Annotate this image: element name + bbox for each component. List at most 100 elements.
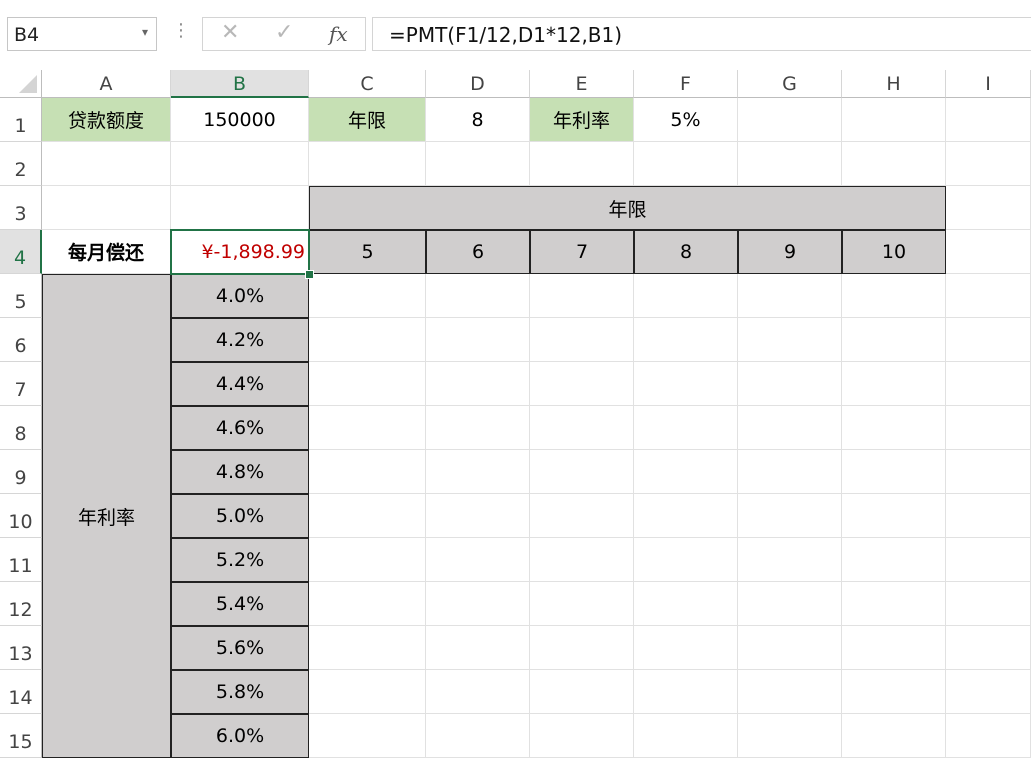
cell-I13[interactable] bbox=[946, 626, 1031, 670]
cell-H6[interactable] bbox=[842, 318, 946, 362]
cell-E10[interactable] bbox=[530, 494, 634, 538]
column-header-I[interactable]: I bbox=[946, 70, 1031, 98]
cell-D13[interactable] bbox=[426, 626, 530, 670]
column-header-G[interactable]: G bbox=[738, 70, 842, 98]
cell-C8[interactable] bbox=[309, 406, 426, 450]
cell-E1[interactable]: 年利率 bbox=[530, 98, 634, 142]
cell-B1[interactable]: 150000 bbox=[171, 98, 309, 142]
cell-C5[interactable] bbox=[309, 274, 426, 318]
cell-B14[interactable]: 5.8% bbox=[171, 670, 309, 714]
cell-C15[interactable] bbox=[309, 714, 426, 758]
cell-C1[interactable]: 年限 bbox=[309, 98, 426, 142]
row-header-12[interactable]: 12 bbox=[0, 582, 42, 626]
cell-C4[interactable]: 5 bbox=[309, 230, 426, 274]
row-header-8[interactable]: 8 bbox=[0, 406, 42, 450]
cell-F11[interactable] bbox=[634, 538, 738, 582]
cell-D2[interactable] bbox=[426, 142, 530, 186]
cell-F8[interactable] bbox=[634, 406, 738, 450]
cell-H11[interactable] bbox=[842, 538, 946, 582]
cell-F12[interactable] bbox=[634, 582, 738, 626]
cell-B15[interactable]: 6.0% bbox=[171, 714, 309, 758]
cell-G5[interactable] bbox=[738, 274, 842, 318]
cell-G14[interactable] bbox=[738, 670, 842, 714]
cell-E8[interactable] bbox=[530, 406, 634, 450]
cell-A1[interactable]: 贷款额度 bbox=[42, 98, 171, 142]
cell-G10[interactable] bbox=[738, 494, 842, 538]
row-header-6[interactable]: 6 bbox=[0, 318, 42, 362]
cell-H2[interactable] bbox=[842, 142, 946, 186]
cell-G13[interactable] bbox=[738, 626, 842, 670]
cell-H5[interactable] bbox=[842, 274, 946, 318]
cell-G11[interactable] bbox=[738, 538, 842, 582]
cell-D11[interactable] bbox=[426, 538, 530, 582]
cell-F14[interactable] bbox=[634, 670, 738, 714]
cell-B8[interactable]: 4.6% bbox=[171, 406, 309, 450]
cell-E15[interactable] bbox=[530, 714, 634, 758]
row-header-9[interactable]: 9 bbox=[0, 450, 42, 494]
name-box[interactable]: B4 ▾ bbox=[7, 17, 157, 51]
column-header-D[interactable]: D bbox=[426, 70, 530, 98]
cell-H10[interactable] bbox=[842, 494, 946, 538]
cell-F4[interactable]: 8 bbox=[634, 230, 738, 274]
cell-B12[interactable]: 5.4% bbox=[171, 582, 309, 626]
cell-D12[interactable] bbox=[426, 582, 530, 626]
cell-A3[interactable] bbox=[42, 186, 171, 230]
cell-F6[interactable] bbox=[634, 318, 738, 362]
row-header-10[interactable]: 10 bbox=[0, 494, 42, 538]
cell-B11[interactable]: 5.2% bbox=[171, 538, 309, 582]
cell-H13[interactable] bbox=[842, 626, 946, 670]
row-header-15[interactable]: 15 bbox=[0, 714, 42, 758]
cell-G7[interactable] bbox=[738, 362, 842, 406]
cancel-icon[interactable]: ✕ bbox=[221, 20, 239, 45]
cell-F15[interactable] bbox=[634, 714, 738, 758]
cell-G2[interactable] bbox=[738, 142, 842, 186]
cell-B10[interactable]: 5.0% bbox=[171, 494, 309, 538]
cell-G1[interactable] bbox=[738, 98, 842, 142]
cell-D8[interactable] bbox=[426, 406, 530, 450]
cell-D15[interactable] bbox=[426, 714, 530, 758]
cell-G15[interactable] bbox=[738, 714, 842, 758]
cell-A5[interactable]: 年利率 bbox=[42, 274, 171, 758]
cell-F10[interactable] bbox=[634, 494, 738, 538]
cell-E13[interactable] bbox=[530, 626, 634, 670]
cell-H9[interactable] bbox=[842, 450, 946, 494]
cell-H7[interactable] bbox=[842, 362, 946, 406]
cell-D7[interactable] bbox=[426, 362, 530, 406]
cell-E2[interactable] bbox=[530, 142, 634, 186]
cell-B4[interactable]: ¥-1,898.99 bbox=[171, 230, 309, 274]
cell-B6[interactable]: 4.2% bbox=[171, 318, 309, 362]
column-header-B[interactable]: B bbox=[171, 70, 309, 98]
cell-I3[interactable] bbox=[946, 186, 1031, 230]
cell-H4[interactable]: 10 bbox=[842, 230, 946, 274]
cell-F13[interactable] bbox=[634, 626, 738, 670]
cell-A2[interactable] bbox=[42, 142, 171, 186]
cell-I12[interactable] bbox=[946, 582, 1031, 626]
cell-C11[interactable] bbox=[309, 538, 426, 582]
formula-input[interactable]: =PMT(F1/12,D1*12,B1) bbox=[372, 17, 1031, 51]
cell-F9[interactable] bbox=[634, 450, 738, 494]
cell-D14[interactable] bbox=[426, 670, 530, 714]
cell-G4[interactable]: 9 bbox=[738, 230, 842, 274]
cell-G12[interactable] bbox=[738, 582, 842, 626]
cell-F7[interactable] bbox=[634, 362, 738, 406]
cell-E5[interactable] bbox=[530, 274, 634, 318]
cell-B3[interactable] bbox=[171, 186, 309, 230]
cell-F5[interactable] bbox=[634, 274, 738, 318]
select-all-corner[interactable] bbox=[0, 70, 42, 98]
cell-E11[interactable] bbox=[530, 538, 634, 582]
cell-F2[interactable] bbox=[634, 142, 738, 186]
cell-E14[interactable] bbox=[530, 670, 634, 714]
function-icon[interactable]: fx bbox=[329, 22, 348, 46]
cell-H12[interactable] bbox=[842, 582, 946, 626]
row-header-3[interactable]: 3 bbox=[0, 186, 42, 230]
enter-icon[interactable]: ✓ bbox=[275, 20, 293, 45]
cell-H1[interactable] bbox=[842, 98, 946, 142]
cell-C7[interactable] bbox=[309, 362, 426, 406]
cell-C14[interactable] bbox=[309, 670, 426, 714]
cell-B13[interactable]: 5.6% bbox=[171, 626, 309, 670]
cell-I10[interactable] bbox=[946, 494, 1031, 538]
cell-E12[interactable] bbox=[530, 582, 634, 626]
cell-G8[interactable] bbox=[738, 406, 842, 450]
cell-I8[interactable] bbox=[946, 406, 1031, 450]
chevron-down-icon[interactable]: ▾ bbox=[142, 25, 148, 39]
